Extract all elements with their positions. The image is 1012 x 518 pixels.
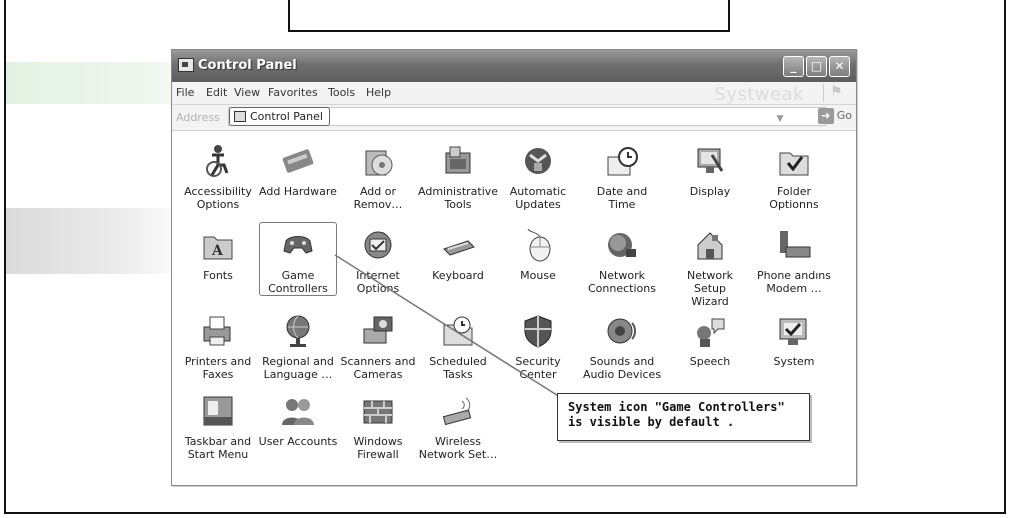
callout-line-1: System icon "Game Controllers"	[568, 400, 785, 414]
callout-pointer	[334, 254, 561, 398]
callout-box: System icon "Game Controllers" is visibl…	[557, 393, 810, 441]
callout-line-2: is visible by default .	[568, 415, 735, 429]
callout-text: System icon "Game Controllers" is visibl…	[568, 400, 804, 430]
